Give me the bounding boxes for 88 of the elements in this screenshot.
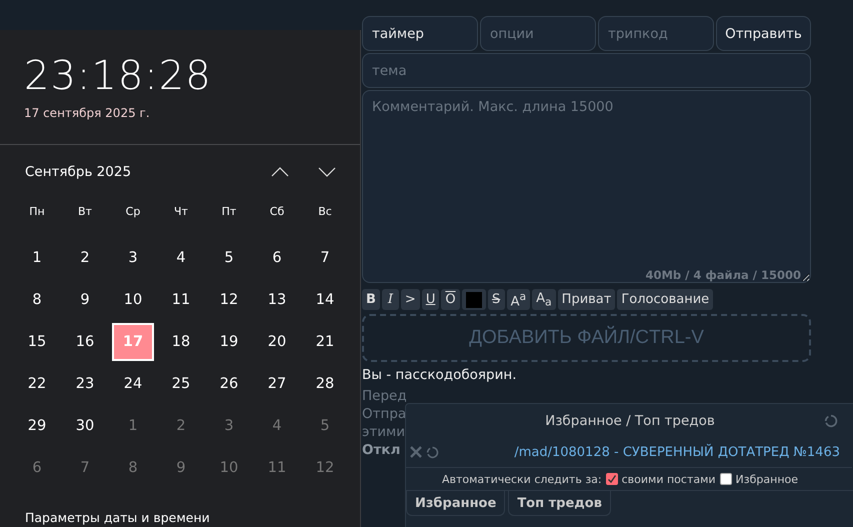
calendar-day[interactable]: 13 xyxy=(255,281,299,319)
calendar-day[interactable]: 1 xyxy=(15,239,59,277)
calendar-day[interactable]: 12 xyxy=(303,449,347,487)
italic-button[interactable]: I xyxy=(382,289,399,310)
refresh-icon[interactable] xyxy=(824,414,838,428)
text-field[interactable]: опции xyxy=(480,16,596,51)
popup-tab[interactable]: Избранное xyxy=(406,491,506,516)
calendar-day[interactable]: 2 xyxy=(159,407,203,445)
weekday-label: Вт xyxy=(77,204,93,220)
chevron-up-icon[interactable] xyxy=(271,167,289,177)
calendar-day[interactable]: 11 xyxy=(255,449,299,487)
calendar-day[interactable]: 7 xyxy=(63,449,107,487)
weekday-label: Пт xyxy=(220,204,238,220)
calendar-day[interactable]: 3 xyxy=(111,239,155,277)
calendar-day[interactable]: 8 xyxy=(111,449,155,487)
calendar-day[interactable]: 18 xyxy=(159,323,203,361)
checkbox[interactable] xyxy=(606,473,618,485)
notice-text: Откл xyxy=(362,441,400,459)
weekday-label: Сб xyxy=(268,204,286,220)
color-button[interactable] xyxy=(462,289,486,310)
bold-button[interactable]: B xyxy=(362,289,380,310)
format-button[interactable]: Голосование xyxy=(617,289,714,310)
popup-tab[interactable]: Топ тредов xyxy=(508,491,611,516)
limits-label: 40Mb / 4 файла / 15000 xyxy=(645,268,801,282)
calendar-day[interactable]: 9 xyxy=(159,449,203,487)
clock-time: 23:18:28 xyxy=(24,52,212,100)
checkbox-label[interactable]: Избранное xyxy=(736,472,798,486)
calendar-day[interactable]: 16 xyxy=(63,323,107,361)
notice-text: этими xyxy=(362,423,406,441)
weekday-label: Ср xyxy=(124,204,142,220)
calendar-day[interactable]: 10 xyxy=(207,449,251,487)
calendar-day[interactable]: 19 xyxy=(207,323,251,361)
calendar-day[interactable]: 23 xyxy=(63,365,107,403)
settings-link[interactable]: Параметры даты и времени xyxy=(25,510,210,525)
calendar-day[interactable]: 21 xyxy=(303,323,347,361)
calendar-day[interactable]: 3 xyxy=(207,407,251,445)
weekday-label: Чт xyxy=(173,204,189,220)
calendar-day[interactable]: 7 xyxy=(303,239,347,277)
close-icon[interactable] xyxy=(410,446,422,458)
calendar-day[interactable]: 22 xyxy=(15,365,59,403)
strike-button[interactable]: S xyxy=(488,289,505,310)
calendar-day[interactable]: 6 xyxy=(255,239,299,277)
calendar-day[interactable]: 11 xyxy=(159,281,203,319)
calendar-day[interactable]: 6 xyxy=(15,449,59,487)
subject-field[interactable]: тема xyxy=(362,53,811,88)
calendar-day[interactable]: 1 xyxy=(111,407,155,445)
calendar-day[interactable]: 27 xyxy=(255,365,299,403)
weekday-label: Вс xyxy=(317,204,333,220)
chevron-down-icon[interactable] xyxy=(318,167,336,177)
autowatch-label: Автоматически следить за: xyxy=(442,472,602,486)
calendar-day[interactable]: 5 xyxy=(303,407,347,445)
calendar-day[interactable]: 10 xyxy=(111,281,155,319)
calendar-day[interactable]: 8 xyxy=(15,281,59,319)
thread-link[interactable]: /mad/1080128 - СУВЕРЕННЫЙ ДОТАТРЕД №1463 xyxy=(514,444,840,460)
format-button[interactable]: A$_{a}$ xyxy=(532,289,556,310)
full-date[interactable]: 17 сентября 2025 г. xyxy=(24,106,150,120)
refresh-icon[interactable] xyxy=(426,446,439,458)
checkbox[interactable] xyxy=(720,473,732,485)
text-field[interactable]: трипкод xyxy=(598,16,714,51)
format-button[interactable]: > xyxy=(400,289,420,310)
text-field[interactable]: таймер xyxy=(362,16,478,51)
calendar-day[interactable]: 5 xyxy=(207,239,251,277)
calendar-day[interactable]: 14 xyxy=(303,281,347,319)
overline-button[interactable]: O xyxy=(441,289,460,310)
calendar-day[interactable]: 29 xyxy=(15,407,59,445)
user-status-text: Вы - пасскодобоярин. xyxy=(362,367,516,383)
month-label[interactable]: Сентябрь 2025 xyxy=(25,164,242,180)
calendar-day[interactable]: 20 xyxy=(255,323,299,361)
submit-button[interactable]: Отправить xyxy=(716,16,811,51)
format-button[interactable]: Приват xyxy=(558,289,616,310)
calendar-day[interactable]: 12 xyxy=(207,281,251,319)
notice-text: Отпра xyxy=(362,405,406,423)
calendar-day[interactable]: 4 xyxy=(159,239,203,277)
notice-text: Перед xyxy=(362,387,407,405)
calendar-day[interactable]: 24 xyxy=(111,365,155,403)
calendar-day[interactable]: 9 xyxy=(63,281,107,319)
calendar-day[interactable]: 15 xyxy=(15,323,59,361)
popup-title: Избранное / Топ тредов xyxy=(544,412,716,428)
calendar-day[interactable]: 25 xyxy=(159,365,203,403)
calendar-day[interactable]: 4 xyxy=(255,407,299,445)
weekday-label: Пн xyxy=(28,204,46,220)
calendar-day[interactable]: 30 xyxy=(63,407,107,445)
calendar-day[interactable]: 2 xyxy=(63,239,107,277)
underline-button[interactable]: U xyxy=(422,289,440,310)
checkbox-label[interactable]: своими постами xyxy=(622,472,716,486)
calendar-day[interactable]: 28 xyxy=(303,365,347,403)
format-button[interactable]: A$^{a}$ xyxy=(506,289,530,310)
calendar-day[interactable]: 26 xyxy=(207,365,251,403)
